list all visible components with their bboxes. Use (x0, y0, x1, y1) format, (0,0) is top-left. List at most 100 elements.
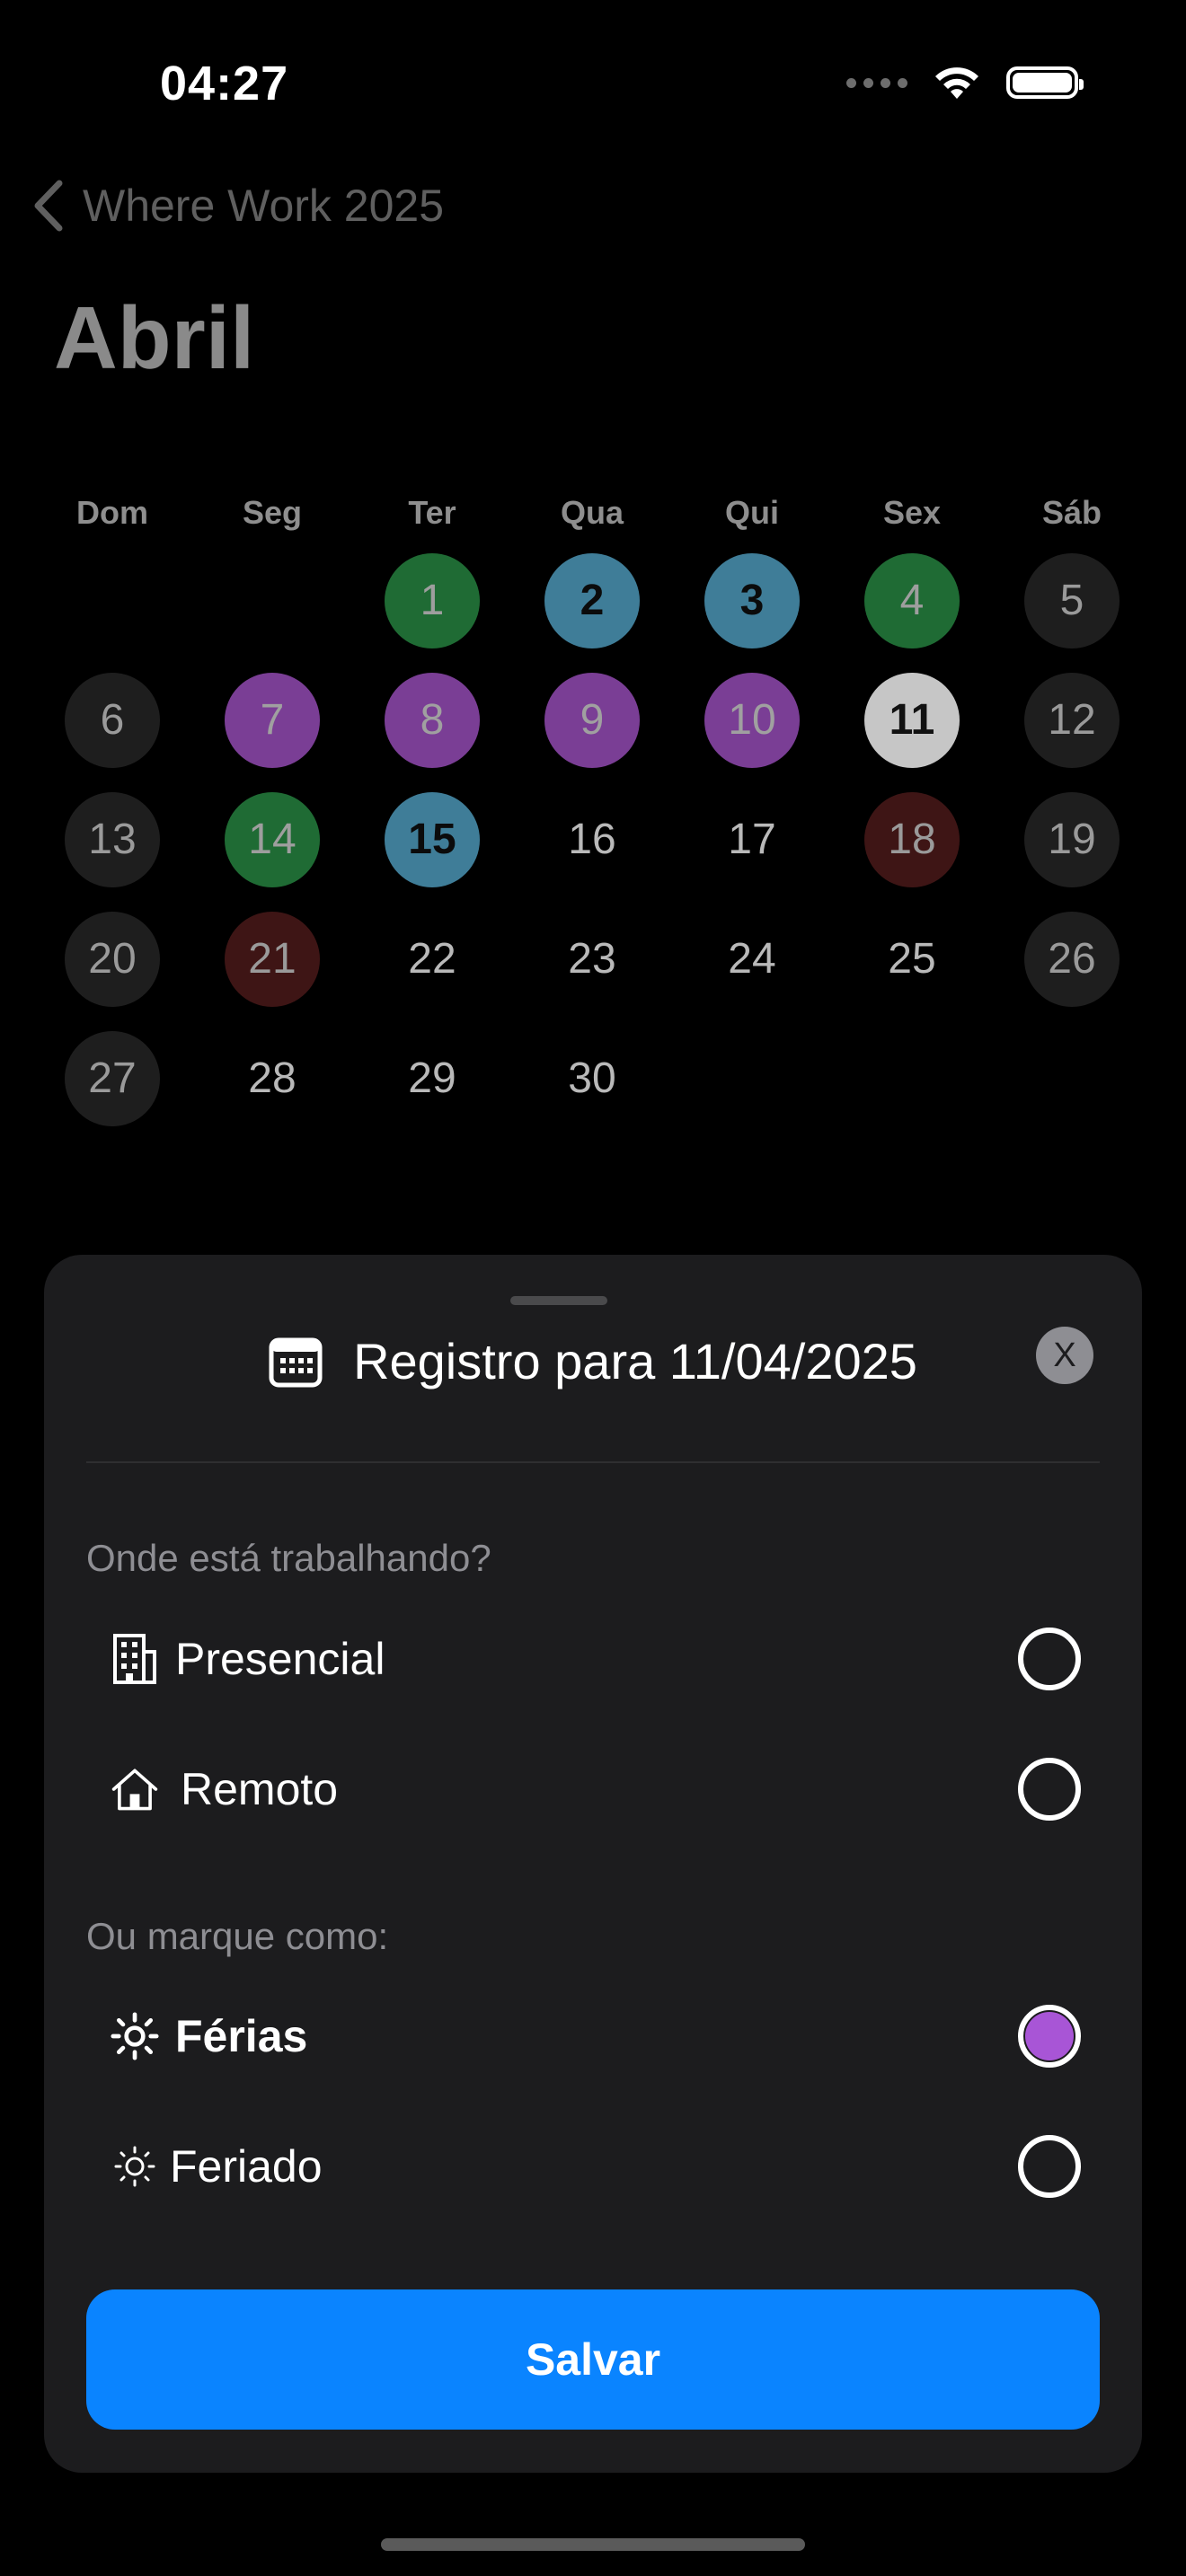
option-feriado[interactable]: Feriado (111, 2130, 1081, 2202)
option-ferias[interactable]: Férias (111, 2000, 1081, 2072)
calendar-day[interactable]: 2 (544, 552, 640, 648)
weekday-label: Sáb (1041, 494, 1102, 531)
calendar-cell: 25 (832, 910, 992, 1008)
calendar-day[interactable]: 4 (864, 552, 960, 648)
option-label: Feriado (170, 2141, 323, 2192)
calendar-day[interactable]: 24 (704, 912, 800, 1007)
option-label: Remoto (181, 1764, 339, 1814)
calendar-cell: 30 (512, 1029, 672, 1127)
calendar-day[interactable]: 15 (385, 791, 480, 887)
calendar-day[interactable]: 17 (704, 792, 800, 887)
status-icons (846, 63, 1084, 102)
weekday-label: Dom (76, 494, 148, 531)
calendar-day[interactable]: 29 (385, 1031, 480, 1126)
calendar-cell: 2 (512, 551, 672, 649)
calendar-cell: 16 (512, 790, 672, 888)
divider (86, 1461, 1100, 1463)
calendar-day[interactable]: 26 (1024, 911, 1120, 1007)
signal-icon (846, 77, 907, 88)
calendar-day[interactable]: 28 (225, 1031, 320, 1126)
calendar-cell: 13 (32, 790, 192, 888)
calendar-cell: 11 (832, 671, 992, 769)
calendar-day[interactable]: 10 (704, 672, 800, 768)
calendar-day[interactable]: 14 (225, 791, 320, 887)
calendar-cell (192, 551, 352, 649)
calendar-cell (32, 551, 192, 649)
calendar-day[interactable]: 18 (864, 791, 960, 887)
calendar-cell: 15 (352, 790, 512, 888)
sun-icon (111, 2009, 159, 2063)
calendar-cell: 6 (32, 671, 192, 769)
calendar-day[interactable]: 25 (864, 912, 960, 1007)
calendar-day[interactable]: 11 (864, 672, 960, 768)
radio-remoto[interactable] (1018, 1758, 1081, 1821)
calendar-day[interactable]: 7 (225, 672, 320, 768)
radio-selected-dot (1025, 2012, 1074, 2060)
calendar-day[interactable]: 1 (385, 552, 480, 648)
building-icon (111, 1632, 159, 1686)
calendar-day[interactable]: 3 (704, 552, 800, 648)
sheet-grabber[interactable] (510, 1296, 607, 1305)
calendar-day[interactable]: 19 (1024, 791, 1120, 887)
day-entry-sheet: Registro para 11/04/2025 X Onde está tra… (44, 1255, 1142, 2473)
calendar-cell: 8 (352, 671, 512, 769)
radio-feriado[interactable] (1018, 2135, 1081, 2198)
weekday-label: Qui (725, 494, 779, 531)
calendar-day[interactable]: 23 (544, 912, 640, 1007)
close-button[interactable]: X (1036, 1327, 1093, 1384)
wifi-icon (935, 67, 978, 99)
house-icon (111, 1762, 159, 1816)
calendar-cell: 18 (832, 790, 992, 888)
calendar-day[interactable]: 8 (385, 672, 480, 768)
option-label: Presencial (175, 1634, 385, 1684)
radio-ferias[interactable] (1018, 2005, 1081, 2068)
calendar-day[interactable]: 16 (544, 792, 640, 887)
calendar-grid: 1 2 3 4 5 6 7 8 9 10 11 12 13 14 15 16 17 18 19 20 21 22 23 24 2… (32, 551, 1152, 1127)
calendar-cell: 3 (672, 551, 832, 649)
calendar-day[interactable]: 30 (544, 1031, 640, 1126)
radio-presencial[interactable] (1018, 1628, 1081, 1690)
calendar-day[interactable]: 21 (225, 911, 320, 1007)
home-indicator[interactable] (381, 2538, 805, 2551)
calendar-cell: 14 (192, 790, 352, 888)
chevron-left-icon (34, 180, 63, 232)
back-button[interactable]: Where Work 2025 (32, 180, 444, 232)
calendar-cell: 21 (192, 910, 352, 1008)
calendar-cell: 23 (512, 910, 672, 1008)
calendar-cell: 1 (352, 551, 512, 649)
calendar-day[interactable]: 9 (544, 672, 640, 768)
weekday-label: Qua (560, 494, 624, 531)
calendar-day[interactable]: 12 (1024, 672, 1120, 768)
sheet-title: Registro para 11/04/2025 (353, 1333, 917, 1389)
calendar-day[interactable]: 6 (65, 672, 160, 768)
back-label: Where Work 2025 (83, 181, 445, 231)
calendar-cell: 4 (832, 551, 992, 649)
sun-small-icon (111, 2139, 159, 2193)
battery-icon (1006, 66, 1084, 99)
option-remoto[interactable]: Remoto (111, 1753, 1081, 1825)
calendar-cell: 9 (512, 671, 672, 769)
calendar-day[interactable]: 27 (65, 1030, 160, 1126)
calendar-day[interactable]: 5 (1024, 552, 1120, 648)
save-button[interactable]: Salvar (86, 2289, 1100, 2430)
calendar-cell: 29 (352, 1029, 512, 1127)
sheet-header: Registro para 11/04/2025 (44, 1332, 1142, 1390)
calendar-icon (269, 1337, 323, 1387)
calendar-cell: 5 (992, 551, 1152, 649)
calendar-cell: 26 (992, 910, 1152, 1008)
page-title: Abril (54, 288, 255, 387)
weekday-label: Seg (242, 494, 303, 531)
calendar-day[interactable]: 20 (65, 911, 160, 1007)
calendar-cell: 10 (672, 671, 832, 769)
weekday-header: Dom Seg Ter Qua Qui Sex Sáb (32, 494, 1152, 532)
status-time: 04:27 (160, 57, 289, 110)
mark-as-label: Ou marque como: (86, 1915, 389, 1957)
calendar-cell: 27 (32, 1029, 192, 1127)
calendar-cell: 22 (352, 910, 512, 1008)
calendar-day[interactable]: 13 (65, 791, 160, 887)
calendar-day[interactable]: 22 (385, 912, 480, 1007)
calendar-cell: 19 (992, 790, 1152, 888)
work-question-label: Onde está trabalhando? (86, 1537, 491, 1579)
option-presencial[interactable]: Presencial (111, 1623, 1081, 1695)
option-label: Férias (175, 2011, 308, 2061)
